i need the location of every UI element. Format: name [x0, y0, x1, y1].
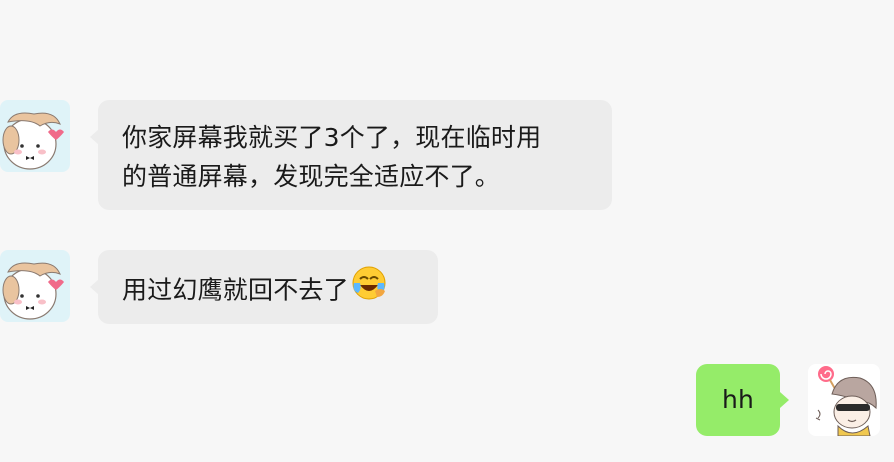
message-bubble[interactable]: hh — [696, 364, 780, 436]
message-text: 用过幻鹰就回不去了 — [122, 275, 349, 305]
contact-avatar[interactable] — [0, 250, 70, 322]
bunny-avatar-icon — [0, 100, 70, 172]
bunny-avatar-icon — [0, 250, 70, 322]
message-bubble[interactable]: 用过幻鹰就回不去了 — [98, 250, 438, 324]
message-bubble[interactable]: 你家屏幕我就买了3个了，现在临时用 的普通屏幕，发现完全适应不了。 — [98, 100, 612, 210]
my-avatar[interactable] — [808, 364, 880, 436]
message-text-line-1: 你家屏幕我就买了3个了，现在临时用 — [122, 123, 542, 152]
contact-avatar[interactable] — [0, 100, 70, 172]
message-text-line-2: 的普通屏幕，发现完全适应不了。 — [122, 162, 501, 191]
anime-girl-avatar-icon — [808, 364, 880, 436]
face-with-tears-of-joy-icon — [351, 265, 387, 312]
message-text: hh — [721, 385, 755, 414]
bubble-tail — [780, 392, 789, 408]
